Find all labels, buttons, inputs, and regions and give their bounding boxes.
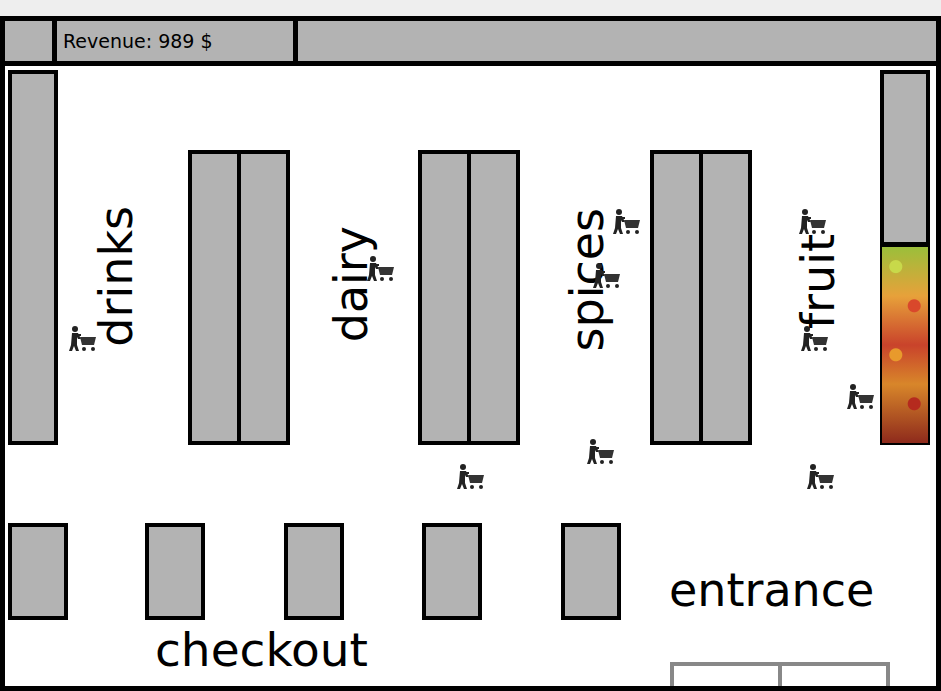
shopper-cart-icon[interactable] [798,208,828,236]
entrance-label: entrance [669,562,874,618]
shopper-cart-icon[interactable] [456,463,486,491]
store-frame: Revenue: 989 $ drinks dairy spices fruit ch… [0,16,941,691]
top-bar: Revenue: 989 $ [5,21,936,66]
shelf-side [467,154,516,441]
shopper-cart-icon[interactable] [592,262,622,290]
shopper-cart-icon[interactable] [586,438,616,466]
menu-box [5,21,57,61]
shopper-cart-icon[interactable] [68,325,98,353]
game-screen: Revenue: 989 $ drinks dairy spices fruit ch… [0,0,941,691]
aisle-label: drinks [91,206,141,347]
checkout-counter[interactable] [561,523,621,620]
fruit-display [880,245,930,445]
shopper-cart-icon[interactable] [366,255,396,283]
status-panel [298,21,936,61]
checkout-counter[interactable] [422,523,482,620]
revenue-display: Revenue: 989 $ [57,21,298,61]
door-panel [778,666,886,686]
shopper-cart-icon[interactable] [612,208,642,236]
shelf-side [237,154,286,441]
aisle-label: fruit [793,234,843,329]
shopper-cart-icon[interactable] [846,383,876,411]
checkout-counter[interactable] [8,523,68,620]
entrance-door [670,662,890,686]
drinks-shelf [8,70,58,445]
aisle-shelf [650,150,752,445]
checkout-counter[interactable] [145,523,205,620]
shelf-side [699,154,748,441]
aisle-label: dairy [326,226,376,342]
checkout-label: checkout [155,622,368,678]
store-floor: drinks dairy spices fruit checkout entrance [5,66,936,686]
shelf-side [422,154,467,441]
shelf-side [192,154,237,441]
aisle-label: spices [562,208,612,352]
shopper-cart-icon[interactable] [800,325,830,353]
checkout-counter[interactable] [284,523,344,620]
shopper-cart-icon[interactable] [806,463,836,491]
aisle-shelf [188,150,290,445]
wall-shelf [880,70,930,246]
shelf-side [654,154,699,441]
aisle-shelf [418,150,520,445]
door-panel [674,666,778,686]
